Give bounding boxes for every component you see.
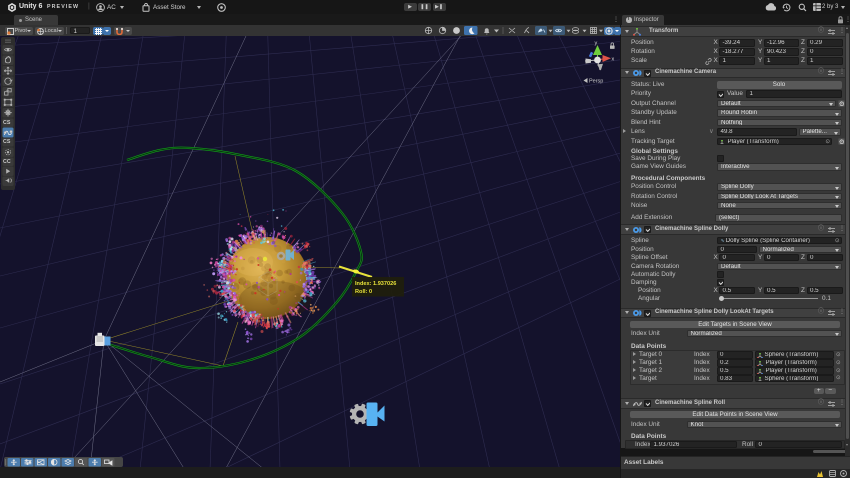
svg-text:Persp: Persp [589,79,603,85]
svg-text:Roll: 0: Roll: 0 [355,289,372,295]
svg-text:y: y [595,41,598,47]
svg-text:Index: 1.937026: Index: 1.937026 [355,281,396,287]
svg-text:x: x [612,57,615,63]
